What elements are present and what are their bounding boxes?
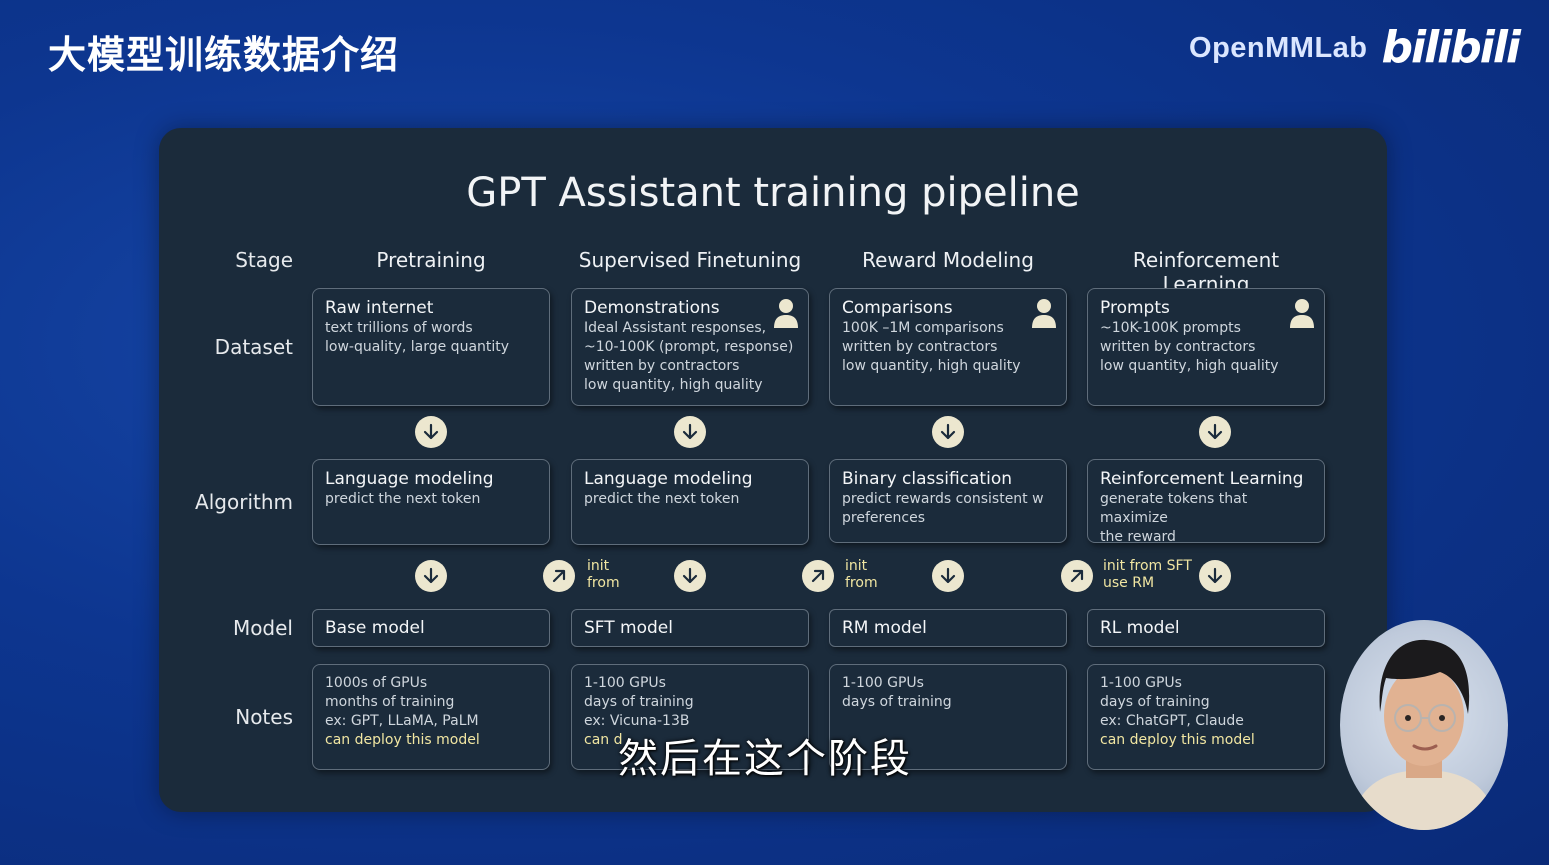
dataset-line: Ideal Assistant responses,: [584, 320, 767, 336]
notes-box-pretraining: 1000s of GPUs months of training ex: GPT…: [312, 664, 550, 770]
openmmlab-logo: OpenMMLab: [1189, 31, 1368, 64]
notes-line: ex: ChatGPT, Claude: [1100, 713, 1244, 729]
arrow-down-icon: [1199, 416, 1231, 448]
model-box-rm: RM model: [829, 609, 1067, 647]
arrow-down-icon: [674, 416, 706, 448]
dataset-line: low-quality, large quantity: [325, 339, 510, 355]
dataset-title: Raw internet: [325, 298, 434, 318]
dataset-box-rl: Prompts ~10K-100K prompts written by con…: [1087, 288, 1325, 406]
notes-line: 1-100 GPUs: [584, 675, 666, 691]
dataset-box-sft: Demonstrations Ideal Assistant responses…: [571, 288, 809, 406]
row-label-notes: Notes: [235, 705, 293, 729]
dataset-title: Demonstrations: [584, 298, 720, 318]
arrow-up-right-icon: [543, 560, 575, 592]
brand-header: OpenMMLab bilibili: [1189, 22, 1521, 73]
stage-header-pretraining: Pretraining: [376, 248, 486, 272]
arrow-down-icon: [415, 560, 447, 592]
notes-line: days of training: [584, 694, 694, 710]
algorithm-box-rl: Reinforcement Learning generate tokens t…: [1087, 459, 1325, 545]
algorithm-title: Language modeling: [325, 469, 494, 489]
person-icon: [1290, 299, 1314, 328]
slide-title: 大模型训练数据介绍: [48, 33, 400, 77]
video-subtitle: 然后在这个阶段: [618, 736, 912, 782]
algorithm-line: predict the next token: [584, 491, 740, 507]
model-box-base: Base model: [312, 609, 550, 647]
notes-accent: can deploy this model: [1100, 732, 1255, 748]
arrow-down-icon: [415, 416, 447, 448]
dataset-title: Prompts: [1100, 298, 1170, 318]
dataset-line: ~10K-100K prompts: [1100, 320, 1241, 336]
dataset-line: low quantity, high quality: [584, 377, 763, 393]
algorithm-title: Reinforcement Learning: [1100, 469, 1304, 489]
model-box-sft: SFT model: [571, 609, 809, 647]
model-box-rl: RL model: [1087, 609, 1325, 647]
algorithm-line: the reward: [1100, 529, 1176, 545]
algorithm-box-pretraining: Language modeling predict the next token: [312, 459, 550, 545]
init-label-rl: init from SFT use RM: [1103, 558, 1192, 591]
notes-line: 1-100 GPUs: [1100, 675, 1182, 691]
arrow-down-icon: [1199, 560, 1231, 592]
notes-line: 1000s of GPUs: [325, 675, 428, 691]
arrow-down-icon: [932, 560, 964, 592]
notes-box-rl: 1-100 GPUs days of training ex: ChatGPT,…: [1087, 664, 1325, 770]
panel-title: GPT Assistant training pipeline: [466, 170, 1080, 216]
algorithm-line: preferences: [842, 510, 926, 526]
dataset-line: ~10-100K (prompt, response): [584, 339, 794, 355]
dataset-line: text trillions of words: [325, 320, 473, 336]
algorithm-line: predict the next token: [325, 491, 481, 507]
dataset-box-reward-modeling: Comparisons 100K –1M comparisons written…: [829, 288, 1067, 406]
bilibili-logo: bilibili: [1381, 22, 1521, 73]
notes-line: days of training: [1100, 694, 1210, 710]
algorithm-box-sft: Language modeling predict the next token: [571, 459, 809, 545]
person-icon: [1032, 299, 1056, 328]
dataset-line: written by contractors: [842, 339, 998, 355]
dataset-line: 100K –1M comparisons: [842, 320, 1004, 336]
row-label-dataset: Dataset: [214, 335, 293, 359]
algorithm-line: predict rewards consistent w: [842, 491, 1044, 507]
dataset-line: written by contractors: [584, 358, 740, 374]
algorithm-box-reward-modeling: Binary classification predict rewards co…: [829, 459, 1067, 543]
person-icon: [774, 299, 798, 328]
stage-header-sft: Supervised Finetuning: [578, 248, 802, 272]
init-label-rm: init from: [845, 558, 878, 591]
notes-line: 1-100 GPUs: [842, 675, 924, 691]
stage-header-reward-modeling: Reward Modeling: [862, 248, 1034, 272]
notes-line: ex: GPT, LLaMA, PaLM: [325, 713, 479, 729]
notes-accent: can deploy this model: [325, 732, 480, 748]
dataset-line: low quantity, high quality: [842, 358, 1021, 374]
row-label-algorithm: Algorithm: [195, 490, 293, 514]
notes-line: days of training: [842, 694, 952, 710]
dataset-line: low quantity, high quality: [1100, 358, 1279, 374]
dataset-title: Comparisons: [842, 298, 953, 318]
notes-line: months of training: [325, 694, 455, 710]
algorithm-title: Language modeling: [584, 469, 753, 489]
presenter-avatar-icon: [1350, 639, 1498, 830]
arrow-down-icon: [674, 560, 706, 592]
row-label-model: Model: [232, 616, 293, 640]
init-label-sft: init from: [587, 558, 620, 591]
presenter-webcam: [1340, 620, 1508, 830]
algorithm-line: generate tokens that maximize: [1100, 491, 1248, 526]
arrow-up-right-icon: [802, 560, 834, 592]
row-label-stage: Stage: [235, 248, 293, 272]
pipeline-panel: GPT Assistant training pipeline Stage Da…: [159, 128, 1387, 812]
dataset-line: written by contractors: [1100, 339, 1256, 355]
arrow-down-icon: [932, 416, 964, 448]
arrow-up-right-icon: [1061, 560, 1093, 592]
dataset-box-pretraining: Raw internet text trillions of words low…: [312, 288, 550, 406]
algorithm-title: Binary classification: [842, 469, 1012, 489]
